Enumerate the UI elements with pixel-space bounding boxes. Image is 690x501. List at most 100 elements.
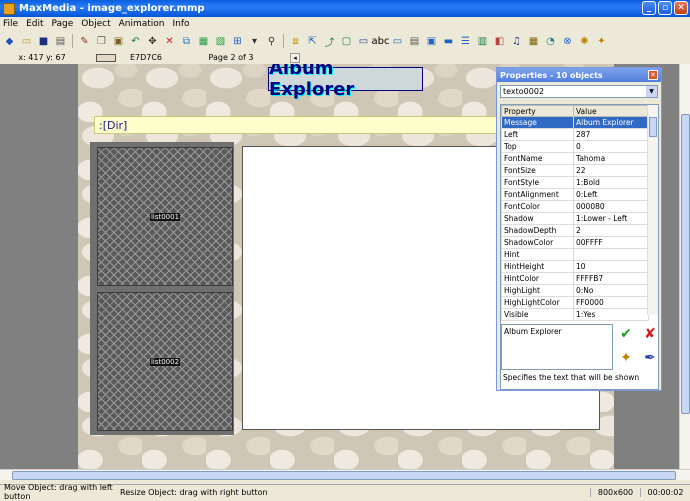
col-header-property[interactable]: Property — [501, 105, 574, 117]
button-icon[interactable]: ▬ — [441, 34, 456, 49]
bring-icon[interactable]: ⤴ — [322, 34, 337, 49]
wand-icon[interactable]: ✦ — [594, 34, 609, 49]
delete-icon[interactable]: ✕ — [162, 34, 177, 49]
move-icon[interactable]: ✥ — [145, 34, 160, 49]
dir-label-object[interactable]: :[Dir] — [94, 116, 514, 134]
maximize-button[interactable]: ▫ — [658, 1, 672, 15]
memo-icon[interactable]: ▤ — [407, 34, 422, 49]
list-object-1[interactable]: list0001 — [97, 147, 233, 286]
property-row[interactable]: ShadowColor 00FFFF — [501, 236, 649, 249]
property-value[interactable]: 1:Bold — [573, 176, 649, 189]
open-icon[interactable]: ▭ — [19, 34, 34, 49]
property-row[interactable]: Left 287 — [501, 128, 649, 141]
properties-close-icon[interactable]: ✕ — [648, 70, 658, 80]
print-icon[interactable]: ▤ — [53, 34, 68, 49]
property-value[interactable]: 287 — [573, 128, 649, 141]
menu-file[interactable]: File — [3, 19, 18, 29]
property-row[interactable]: Message Album Explorer — [501, 116, 649, 129]
property-value[interactable]: Tahoma — [573, 152, 649, 165]
group-icon[interactable]: ⧉ — [179, 34, 194, 49]
property-row[interactable]: HintHeight 10 — [501, 260, 649, 273]
property-value[interactable]: 22 — [573, 164, 649, 177]
close-button[interactable]: ✕ — [674, 1, 688, 15]
arrange-icon[interactable]: ⇱ — [305, 34, 320, 49]
property-row[interactable]: Hint — [501, 248, 649, 261]
chevron-down-icon[interactable]: ▼ — [646, 86, 657, 97]
property-row[interactable]: Visible 1:Yes — [501, 308, 649, 321]
property-value[interactable]: Album Explorer — [573, 116, 649, 129]
layer-icon[interactable]: ⧈ — [288, 34, 303, 49]
paint-icon[interactable]: ✎ — [77, 34, 92, 49]
property-value[interactable]: FF0000 — [573, 296, 649, 309]
shape-icon[interactable]: ◧ — [492, 34, 507, 49]
property-value[interactable]: 0 — [573, 140, 649, 153]
find-icon[interactable]: ⚲ — [264, 34, 279, 49]
web-icon[interactable]: ✺ — [577, 34, 592, 49]
sound-icon[interactable]: ♫ — [509, 34, 524, 49]
menu-edit[interactable]: Edit — [26, 19, 43, 29]
label-icon[interactable]: ▭ — [390, 34, 405, 49]
menu-object[interactable]: Object — [81, 19, 110, 29]
color-swatch[interactable] — [96, 53, 116, 62]
property-row[interactable]: FontColor 000080 — [501, 200, 649, 213]
align-icon[interactable]: ▦ — [196, 34, 211, 49]
property-row[interactable]: FontAlignment 0:Left — [501, 188, 649, 201]
edit-icon[interactable]: ▥ — [475, 34, 490, 49]
property-row[interactable]: HighLightColor FF0000 — [501, 296, 649, 309]
screen-icon[interactable]: ▭ — [356, 34, 371, 49]
link-icon[interactable]: ⊗ — [560, 34, 575, 49]
grid-scroll-thumb[interactable] — [649, 117, 657, 137]
property-grid[interactable]: Property Value Message Album Explorer Left… — [500, 104, 659, 390]
grid-icon[interactable]: ⊞ — [230, 34, 245, 49]
more-icon[interactable]: ▾ — [247, 34, 262, 49]
image-icon[interactable]: ▣ — [424, 34, 439, 49]
property-value[interactable]: 2 — [573, 224, 649, 237]
copy-icon[interactable]: ❐ — [94, 34, 109, 49]
video-icon[interactable]: ▦ — [526, 34, 541, 49]
vertical-scrollbar[interactable] — [679, 64, 690, 469]
cancel-x-icon[interactable]: ✘ — [642, 326, 658, 342]
property-value[interactable]: 0:Left — [573, 188, 649, 201]
property-row[interactable]: HighLight 0:No — [501, 284, 649, 297]
list-object-2[interactable]: list0002 — [97, 292, 233, 431]
frame-icon[interactable]: ▢ — [339, 34, 354, 49]
wizard-wand-icon[interactable]: ✦ — [618, 350, 634, 366]
property-value[interactable] — [573, 248, 649, 261]
property-value[interactable]: 10 — [573, 260, 649, 273]
col-header-value[interactable]: Value — [573, 105, 649, 117]
distribute-icon[interactable]: ▧ — [213, 34, 228, 49]
menu-info[interactable]: Info — [173, 19, 190, 29]
hscroll-thumb[interactable] — [12, 471, 676, 480]
timer-icon[interactable]: ◔ — [543, 34, 558, 49]
vscroll-thumb[interactable] — [681, 114, 690, 414]
grid-scrollbar[interactable] — [647, 105, 658, 315]
album-title-object[interactable]: Album Explorer — [268, 64, 423, 100]
text-icon[interactable]: abc — [372, 34, 390, 49]
paste-icon[interactable]: ▣ — [111, 34, 126, 49]
property-row[interactable]: Shadow 1:Lower - Left — [501, 212, 649, 225]
property-row[interactable]: HintColor FFFFB7 — [501, 272, 649, 285]
apply-check-icon[interactable]: ✔ — [618, 326, 634, 342]
menu-animation[interactable]: Animation — [119, 19, 165, 29]
property-value[interactable]: 0:No — [573, 284, 649, 297]
property-row[interactable]: ShadowDepth 2 — [501, 224, 649, 237]
property-value[interactable]: 00FFFF — [573, 236, 649, 249]
property-row[interactable]: FontStyle 1:Bold — [501, 176, 649, 189]
value-editor[interactable]: Album Explorer — [501, 324, 613, 370]
list-icon[interactable]: ☰ — [458, 34, 473, 49]
undo-icon[interactable]: ↶ — [128, 34, 143, 49]
horizontal-scrollbar[interactable] — [0, 469, 690, 480]
property-value[interactable]: 000080 — [573, 200, 649, 213]
edit-pen-icon[interactable]: ✒ — [642, 350, 658, 366]
property-row[interactable]: FontSize 22 — [501, 164, 649, 177]
prev-page-button[interactable]: ◂ — [290, 52, 300, 63]
new-icon[interactable]: ◆ — [2, 34, 17, 49]
property-row[interactable]: FontName Tahoma — [501, 152, 649, 165]
save-icon[interactable]: ■ — [36, 34, 51, 49]
object-select[interactable]: texto0002 ▼ — [500, 85, 658, 98]
property-value[interactable]: FFFFB7 — [573, 272, 649, 285]
minimize-button[interactable]: _ — [642, 1, 656, 15]
property-value[interactable]: 1:Yes — [573, 308, 649, 321]
property-value[interactable]: 1:Lower - Left — [573, 212, 649, 225]
property-row[interactable]: Top 0 — [501, 140, 649, 153]
